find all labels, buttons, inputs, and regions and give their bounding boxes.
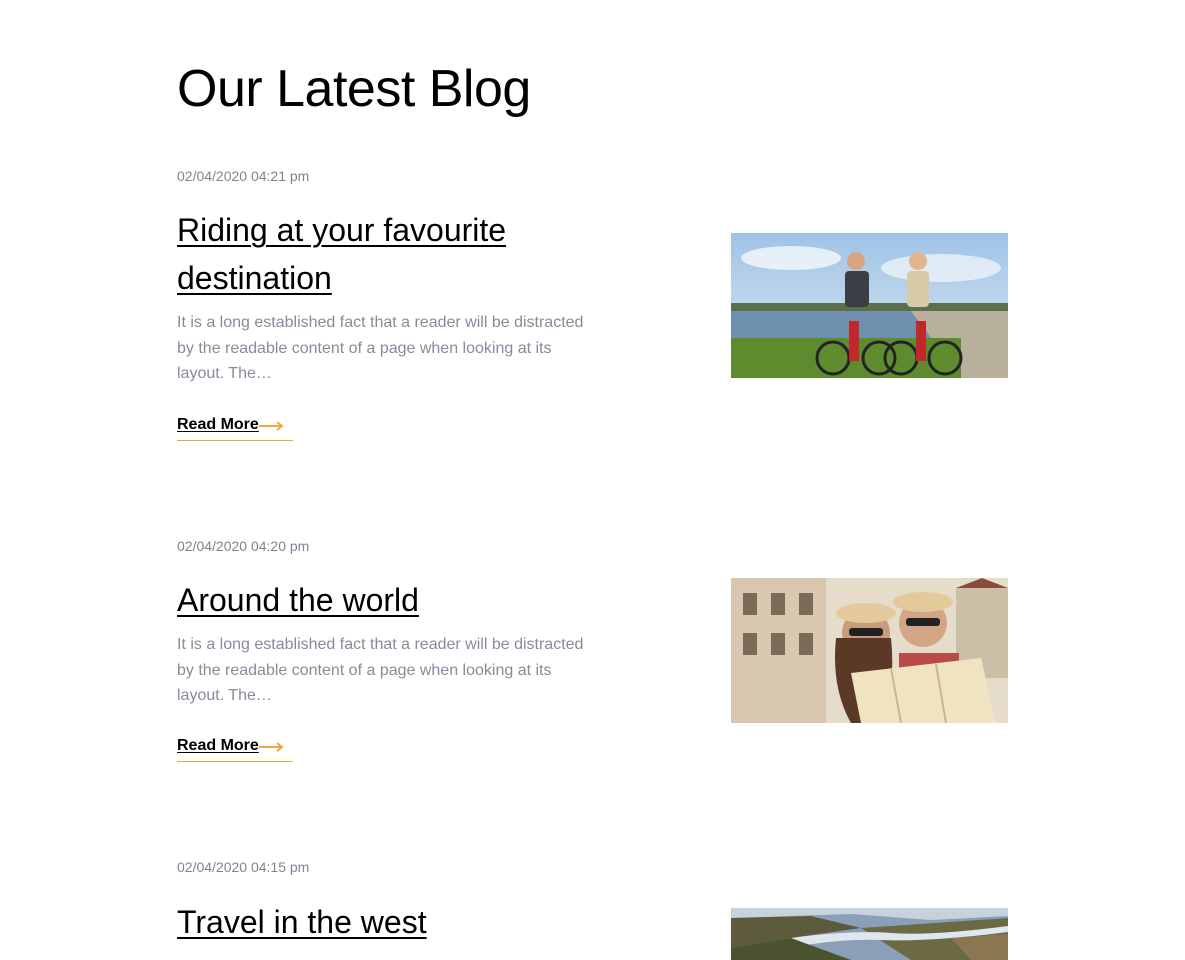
read-more-link[interactable]: Read More bbox=[177, 737, 293, 762]
post-date: 02/04/2020 04:21 pm bbox=[177, 168, 310, 184]
read-more-link[interactable]: Read More bbox=[177, 416, 293, 441]
river-valley-photo[interactable] bbox=[731, 908, 1008, 960]
blog-post: 02/04/2020 04:15 pm Travel in the west bbox=[177, 857, 1008, 960]
post-title-link[interactable]: Around the world bbox=[177, 576, 597, 624]
tourists-map-photo[interactable] bbox=[731, 578, 1008, 723]
post-title-link[interactable]: Travel in the west bbox=[177, 898, 597, 946]
blog-post: 02/04/2020 04:20 pm Around the world It … bbox=[177, 536, 1008, 776]
post-excerpt: It is a long established fact that a rea… bbox=[177, 636, 584, 704]
read-more-label: Read More bbox=[177, 737, 259, 754]
blog-page: Our Latest Blog 02/04/2020 04:21 pm Ridi… bbox=[0, 0, 1185, 960]
read-more-label: Read More bbox=[177, 416, 259, 433]
arrow-right-icon bbox=[259, 421, 284, 431]
post-excerpt: It is a long established fact that a rea… bbox=[177, 314, 584, 382]
arrow-right-icon bbox=[259, 742, 284, 752]
section-title: Our Latest Blog bbox=[177, 60, 531, 118]
post-title-link[interactable]: Riding at your favourite destination bbox=[177, 206, 597, 302]
blog-post: 02/04/2020 04:21 pm Riding at your favou… bbox=[177, 166, 1008, 456]
cyclists-photo[interactable] bbox=[731, 233, 1008, 378]
post-date: 02/04/2020 04:15 pm bbox=[177, 859, 310, 875]
post-date: 02/04/2020 04:20 pm bbox=[177, 538, 310, 554]
